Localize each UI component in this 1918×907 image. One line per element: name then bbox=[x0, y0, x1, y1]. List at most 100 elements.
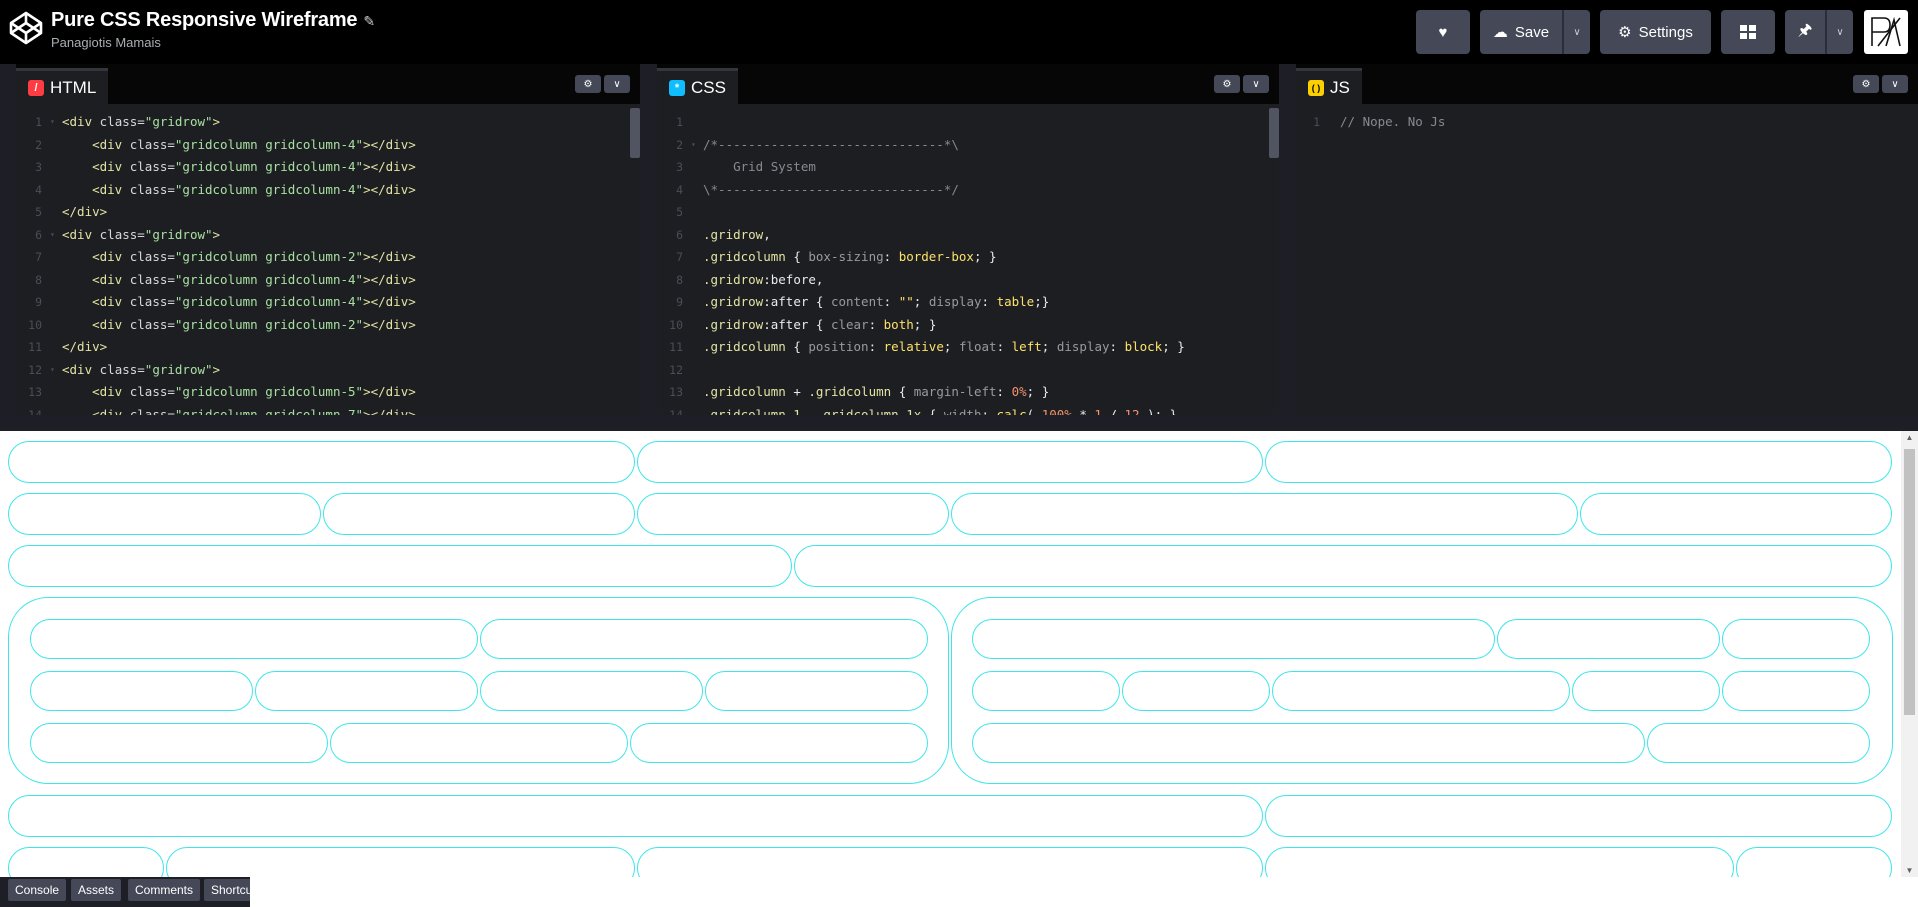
code-line[interactable]: 1 // Nope. No Js bbox=[1296, 111, 1918, 133]
code-line[interactable]: 2 ▾ /*------------------------------*\ bbox=[657, 134, 1279, 156]
code-token: "gridcolumn gridcolumn-4" bbox=[174, 271, 364, 287]
line-number: 13 bbox=[669, 385, 683, 399]
code-token: : bbox=[868, 316, 884, 332]
change-view-button[interactable] bbox=[1721, 10, 1775, 54]
layout-grid-icon bbox=[1740, 25, 1756, 39]
edit-pencil-icon[interactable]: ✎ bbox=[363, 13, 375, 29]
chevron-down-icon: ∨ bbox=[1573, 26, 1581, 38]
js-collapse-button[interactable]: ∨ bbox=[1882, 75, 1908, 93]
code-text: .gridrow:after { content: ""; display: t… bbox=[703, 291, 1049, 313]
tab-html-label: HTML bbox=[50, 77, 97, 97]
code-line[interactable]: 5 bbox=[657, 201, 1279, 223]
css-settings-button[interactable]: ⚙ bbox=[1214, 75, 1240, 93]
html-settings-button[interactable]: ⚙ bbox=[575, 75, 601, 93]
code-line[interactable]: 10 .gridrow:after { clear: both; } bbox=[657, 314, 1279, 336]
preview-resize-handle[interactable] bbox=[0, 415, 1918, 431]
like-button[interactable]: ♥ bbox=[1416, 10, 1470, 54]
code-token: /*------------------------------*\ bbox=[703, 136, 959, 152]
save-label: Save bbox=[1514, 23, 1550, 41]
shortcuts-button[interactable]: Shortcuts bbox=[204, 879, 250, 901]
tab-html[interactable]: / HTML bbox=[16, 68, 109, 104]
fold-arrow-icon[interactable]: ▾ bbox=[691, 134, 696, 156]
tab-js[interactable]: ( ) JS bbox=[1296, 68, 1362, 104]
code-line[interactable]: 9 <div class="gridcolumn gridcolumn-4"><… bbox=[16, 291, 640, 313]
code-line[interactable]: 4 <div class="gridcolumn gridcolumn-4"><… bbox=[16, 179, 640, 201]
fold-arrow-icon[interactable]: ▾ bbox=[50, 359, 55, 381]
codepen-logo-icon[interactable] bbox=[8, 10, 44, 46]
pin-button[interactable]: 🖈 bbox=[1785, 10, 1825, 54]
assets-button[interactable]: Assets bbox=[71, 879, 122, 901]
save-button[interactable]: ☁ Save bbox=[1480, 10, 1562, 54]
line-number: 10 bbox=[28, 317, 42, 332]
code-token: "gridcolumn gridcolumn-4" bbox=[174, 136, 364, 152]
line-number: 11 bbox=[669, 340, 683, 354]
code-line[interactable]: 6 .gridrow, bbox=[657, 224, 1279, 246]
code-token: ; bbox=[1041, 339, 1057, 354]
code-line[interactable]: 1 bbox=[657, 111, 1279, 133]
code-line[interactable]: 11 </div> bbox=[16, 336, 640, 358]
code-token: <div bbox=[92, 294, 130, 309]
scroll-down-arrow-icon[interactable]: ▼ bbox=[1901, 866, 1918, 875]
tab-css[interactable]: * CSS bbox=[657, 68, 738, 104]
preview-scrollbar[interactable]: ▲ ▼ bbox=[1901, 431, 1918, 877]
pin-options-button[interactable]: ∨ bbox=[1827, 10, 1853, 54]
fold-arrow-icon[interactable]: ▾ bbox=[50, 111, 55, 133]
code-line[interactable]: 10 <div class="gridcolumn gridcolumn-2">… bbox=[16, 314, 640, 336]
code-token: content bbox=[830, 294, 884, 309]
code-line[interactable]: 8 .gridrow:before, bbox=[657, 269, 1279, 291]
pen-title[interactable]: Pure CSS Responsive Wireframe ✎ bbox=[51, 9, 375, 32]
html-code-area[interactable]: 1 ▾ <div class="gridrow"> 2 <div class="gri… bbox=[16, 104, 640, 415]
code-line[interactable]: 1 ▾ <div class="gridrow"> bbox=[16, 111, 640, 133]
code-line[interactable]: 3 <div class="gridcolumn gridcolumn-4"><… bbox=[16, 156, 640, 178]
code-line[interactable]: 11 .gridcolumn { position: relative; floa… bbox=[657, 336, 1279, 358]
code-token: ; bbox=[943, 339, 959, 354]
pen-title-text[interactable]: Pure CSS Responsive Wireframe bbox=[51, 9, 358, 31]
code-line[interactable]: 2 <div class="gridcolumn gridcolumn-4"><… bbox=[16, 134, 640, 156]
js-editor-pane: ( ) JS ⚙ ∨ 1 // Nope. No Js bbox=[1296, 64, 1918, 415]
code-line[interactable]: 12 bbox=[657, 359, 1279, 381]
code-line[interactable]: 13 <div class="gridcolumn gridcolumn-5">… bbox=[16, 381, 640, 403]
code-line[interactable]: 7 <div class="gridcolumn gridcolumn-2"><… bbox=[16, 246, 640, 268]
code-line[interactable]: 9 .gridrow:after { content: ""; display: … bbox=[657, 291, 1279, 313]
code-line[interactable]: 3 Grid System bbox=[657, 156, 1279, 178]
code-token: ></div> bbox=[363, 271, 416, 287]
code-token: > bbox=[212, 114, 221, 129]
code-text: <div class="gridrow"> bbox=[62, 224, 220, 246]
bottom-toolbar: Console Assets Comments Shortcuts bbox=[0, 877, 250, 907]
scroll-up-arrow-icon[interactable]: ▲ bbox=[1901, 433, 1918, 442]
console-button[interactable]: Console bbox=[8, 879, 67, 901]
grid-column-box bbox=[330, 723, 628, 763]
comments-button[interactable]: Comments bbox=[128, 879, 201, 901]
js-settings-button[interactable]: ⚙ bbox=[1853, 75, 1879, 93]
code-token: "gridcolumn gridcolumn-4" bbox=[174, 159, 364, 174]
code-line[interactable]: 7 .gridcolumn { box-sizing: border-box; } bbox=[657, 246, 1279, 268]
gear-icon: ⚙ bbox=[1618, 24, 1632, 41]
preview-scroll-thumb[interactable] bbox=[1904, 449, 1915, 715]
settings-button[interactable]: ⚙ Settings bbox=[1600, 10, 1711, 54]
css-scrollbar[interactable] bbox=[1269, 108, 1279, 158]
code-line[interactable]: 5 </div> bbox=[16, 201, 640, 223]
js-code-area[interactable]: 1 // Nope. No Js bbox=[1296, 104, 1918, 415]
author-name[interactable]: Panagiotis Mamais bbox=[51, 35, 161, 50]
grid-column-box bbox=[630, 723, 928, 763]
code-token: <div bbox=[92, 249, 130, 264]
code-line[interactable]: 6 ▾ <div class="gridrow"> bbox=[16, 224, 640, 246]
css-code-area[interactable]: 1 2 ▾ /*------------------------------*\ 3 G… bbox=[657, 104, 1279, 415]
css-collapse-button[interactable]: ∨ bbox=[1243, 75, 1269, 93]
code-line[interactable]: 12 ▾ <div class="gridrow"> bbox=[16, 359, 640, 381]
gear-icon: ⚙ bbox=[583, 78, 593, 90]
code-line[interactable]: 8 <div class="gridcolumn gridcolumn-4"><… bbox=[16, 269, 640, 291]
html-collapse-button[interactable]: ∨ bbox=[604, 75, 630, 93]
code-line[interactable]: 13 .gridcolumn + .gridcolumn { margin-lef… bbox=[657, 381, 1279, 403]
code-line[interactable]: 4 \*------------------------------*/ bbox=[657, 179, 1279, 201]
grid-column-box bbox=[30, 671, 253, 711]
code-line[interactable]: 14 .gridcolumn-1, .gridcolumn-1x { width:… bbox=[657, 404, 1279, 416]
code-text: Grid System bbox=[703, 156, 816, 178]
code-token: .gridcolumn-1 bbox=[703, 406, 801, 416]
html-scrollbar[interactable] bbox=[630, 108, 640, 158]
fold-arrow-icon[interactable]: ▾ bbox=[50, 224, 55, 246]
code-line[interactable]: 14 <div class="gridcolumn gridcolumn-7">… bbox=[16, 404, 640, 416]
save-options-button[interactable]: ∨ bbox=[1564, 10, 1590, 54]
grid-column-box bbox=[323, 493, 635, 535]
user-avatar[interactable] bbox=[1864, 10, 1908, 54]
